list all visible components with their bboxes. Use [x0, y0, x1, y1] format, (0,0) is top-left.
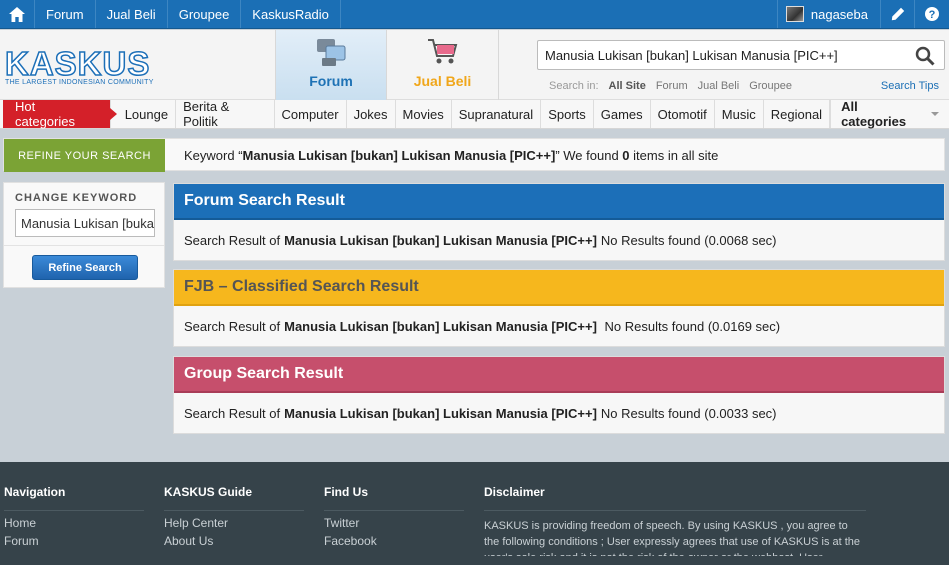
scope-jualbeli[interactable]: Jual Beli: [698, 80, 740, 92]
group-result-panel: Group Search Result Search Result of Manu…: [173, 356, 945, 434]
top-nav-bar: Forum Jual Beli Groupee KaskusRadio naga…: [0, 0, 949, 29]
fjb-result-title: FJB – Classified Search Result: [174, 270, 944, 306]
keyword-summary: Keyword “Manusia Lukisan [bukan] Lukisan…: [184, 148, 718, 163]
scope-all-site[interactable]: All Site: [609, 80, 646, 92]
result-prefix: Search Result of: [184, 232, 281, 248]
result-keyword: Manusia Lukisan [bukan] Lukisan Manusia …: [284, 232, 597, 248]
forum-result-panel: Forum Search Result Search Result of Manu…: [173, 183, 945, 261]
result-keyword: Manusia Lukisan [bukan] Lukisan Manusia …: [284, 318, 597, 334]
footer-guide: KASKUS Guide Help Center About Us: [164, 485, 304, 547]
keyword-prefix: Keyword “: [184, 148, 243, 163]
category-computer[interactable]: Computer: [275, 100, 347, 128]
refine-your-search-label: REFINE YOUR SEARCH: [4, 139, 165, 172]
result-prefix: Search Result of: [184, 318, 281, 334]
change-keyword-panel: CHANGE KEYWORD Manusia Lukisan [bukan] L…: [3, 182, 165, 288]
help-button[interactable]: ?: [915, 0, 949, 28]
keyword-value: Manusia Lukisan [bukan] Lukisan Manusia …: [242, 148, 556, 163]
disclaimer-text: KASKUS is providing freedom of speech. B…: [484, 520, 861, 556]
forum-icon: [317, 39, 346, 66]
topnav-spacer: [341, 0, 777, 28]
search-input[interactable]: Manusia Lukisan [bukan] Lukisan Manusia …: [537, 40, 945, 70]
result-status: No Results found (0.0068 sec): [600, 232, 777, 248]
all-categories-label: All categories: [841, 99, 907, 129]
footer-heading: Find Us: [324, 485, 464, 511]
group-result-body: Search Result of Manusia Lukisan [bukan] …: [174, 393, 944, 433]
footer-link-forum[interactable]: Forum: [4, 535, 144, 547]
tab-jualbeli-label: Jual Beli: [413, 73, 472, 89]
avatar: [785, 6, 804, 22]
result-prefix: Search Result of: [184, 405, 281, 421]
result-keyword: Manusia Lukisan [bukan] Lukisan Manusia …: [284, 405, 597, 421]
footer-link-facebook[interactable]: Facebook: [324, 535, 464, 547]
kaskus-logo[interactable]: KASKUS THE LARGEST INDONESIAN COMMUNITY: [4, 45, 185, 87]
footer-link-home[interactable]: Home: [4, 517, 144, 529]
help-icon: ?: [925, 7, 939, 21]
tab-jualbeli[interactable]: Jual Beli: [387, 30, 499, 100]
category-sports[interactable]: Sports: [541, 100, 594, 128]
cart-icon: [427, 39, 457, 64]
result-status: No Results found (0.0169 sec): [600, 318, 781, 334]
footer-heading: KASKUS Guide: [164, 485, 304, 511]
search-scope: Search in: All Site Forum Jual Beli Grou…: [549, 80, 792, 92]
logo-tagline: THE LARGEST INDONESIAN COMMUNITY: [5, 79, 154, 86]
keyword-mid: ” We found: [555, 148, 623, 163]
footer-heading: Disclaimer: [484, 485, 866, 511]
forum-result-body: Search Result of Manusia Lukisan [bukan] …: [174, 220, 944, 260]
group-result-title: Group Search Result: [174, 357, 944, 393]
all-categories-dropdown[interactable]: All categories: [831, 99, 949, 129]
forum-result-title: Forum Search Result: [174, 184, 944, 220]
hot-categories-label[interactable]: Hot categories: [3, 99, 117, 129]
username: nagaseba: [810, 6, 868, 22]
divider: [4, 245, 164, 246]
site-header: KASKUS THE LARGEST INDONESIAN COMMUNITY …: [0, 30, 949, 100]
footer-link-twitter[interactable]: Twitter: [324, 517, 464, 529]
category-supranatural[interactable]: Supranatural: [452, 100, 542, 128]
footer-find-us: Find Us Twitter Facebook: [324, 485, 464, 547]
svg-text:?: ?: [929, 9, 936, 21]
tab-forum[interactable]: Forum: [275, 30, 387, 100]
category-berita-politik[interactable]: Berita & Politik: [176, 99, 275, 129]
category-jokes[interactable]: Jokes: [347, 100, 396, 128]
scope-forum[interactable]: Forum: [656, 80, 688, 92]
result-status: No Results found (0.0033 sec): [600, 405, 777, 421]
topnav-forum-link[interactable]: Forum: [35, 0, 96, 28]
footer-navigation: Navigation Home Forum: [4, 485, 144, 547]
topnav-kaskusradio-link[interactable]: KaskusRadio: [241, 0, 341, 28]
search-query: Manusia Lukisan [bukan] Lukisan Manusia …: [545, 48, 838, 63]
category-music[interactable]: Music: [715, 100, 764, 128]
home-icon: [9, 6, 25, 22]
keyword-field[interactable]: Manusia Lukisan [bukan] Lukisan Manusia …: [15, 209, 155, 237]
category-otomotif[interactable]: Otomotif: [651, 100, 715, 128]
scope-groupee[interactable]: Groupee: [749, 80, 792, 92]
category-regional[interactable]: Regional: [764, 100, 831, 128]
edit-button[interactable]: [881, 0, 915, 28]
keyword-suffix: items in all site: [629, 148, 719, 163]
search-in-label: Search in:: [549, 80, 599, 92]
change-keyword-label: CHANGE KEYWORD: [15, 192, 138, 204]
category-nav: Hot categories Lounge Berita & Politik C…: [0, 99, 949, 129]
site-footer: Navigation Home Forum KASKUS Guide Help …: [0, 462, 949, 565]
fjb-result-body: Search Result of Manusia Lukisan [bukan] …: [174, 306, 944, 346]
footer-link-help-center[interactable]: Help Center: [164, 517, 304, 529]
topnav-groupee-link[interactable]: Groupee: [168, 0, 242, 28]
result-count: 0: [622, 148, 630, 163]
category-lounge[interactable]: Lounge: [111, 100, 177, 128]
fjb-result-panel: FJB – Classified Search Result Search Re…: [173, 269, 945, 347]
footer-link-about-us[interactable]: About Us: [164, 535, 304, 547]
search-icon[interactable]: [915, 46, 935, 66]
pencil-icon: [891, 7, 904, 21]
user-menu[interactable]: nagaseba: [776, 0, 881, 28]
category-games[interactable]: Games: [594, 100, 651, 128]
chevron-down-icon: [931, 112, 939, 116]
footer-heading: Navigation: [4, 485, 144, 511]
category-movies[interactable]: Movies: [396, 100, 452, 128]
refine-bar: REFINE YOUR SEARCH Keyword “Manusia Luki…: [3, 138, 945, 172]
logo-wordmark: KASKUS: [4, 45, 151, 82]
search-tips-link[interactable]: Search Tips: [881, 80, 939, 92]
topnav-jualbeli-link[interactable]: Jual Beli: [96, 0, 168, 28]
home-button[interactable]: [0, 0, 35, 28]
refine-search-button[interactable]: Refine Search: [32, 255, 138, 280]
tab-forum-label: Forum: [309, 73, 353, 89]
footer-disclaimer: Disclaimer KASKUS is providing freedom o…: [484, 485, 866, 556]
